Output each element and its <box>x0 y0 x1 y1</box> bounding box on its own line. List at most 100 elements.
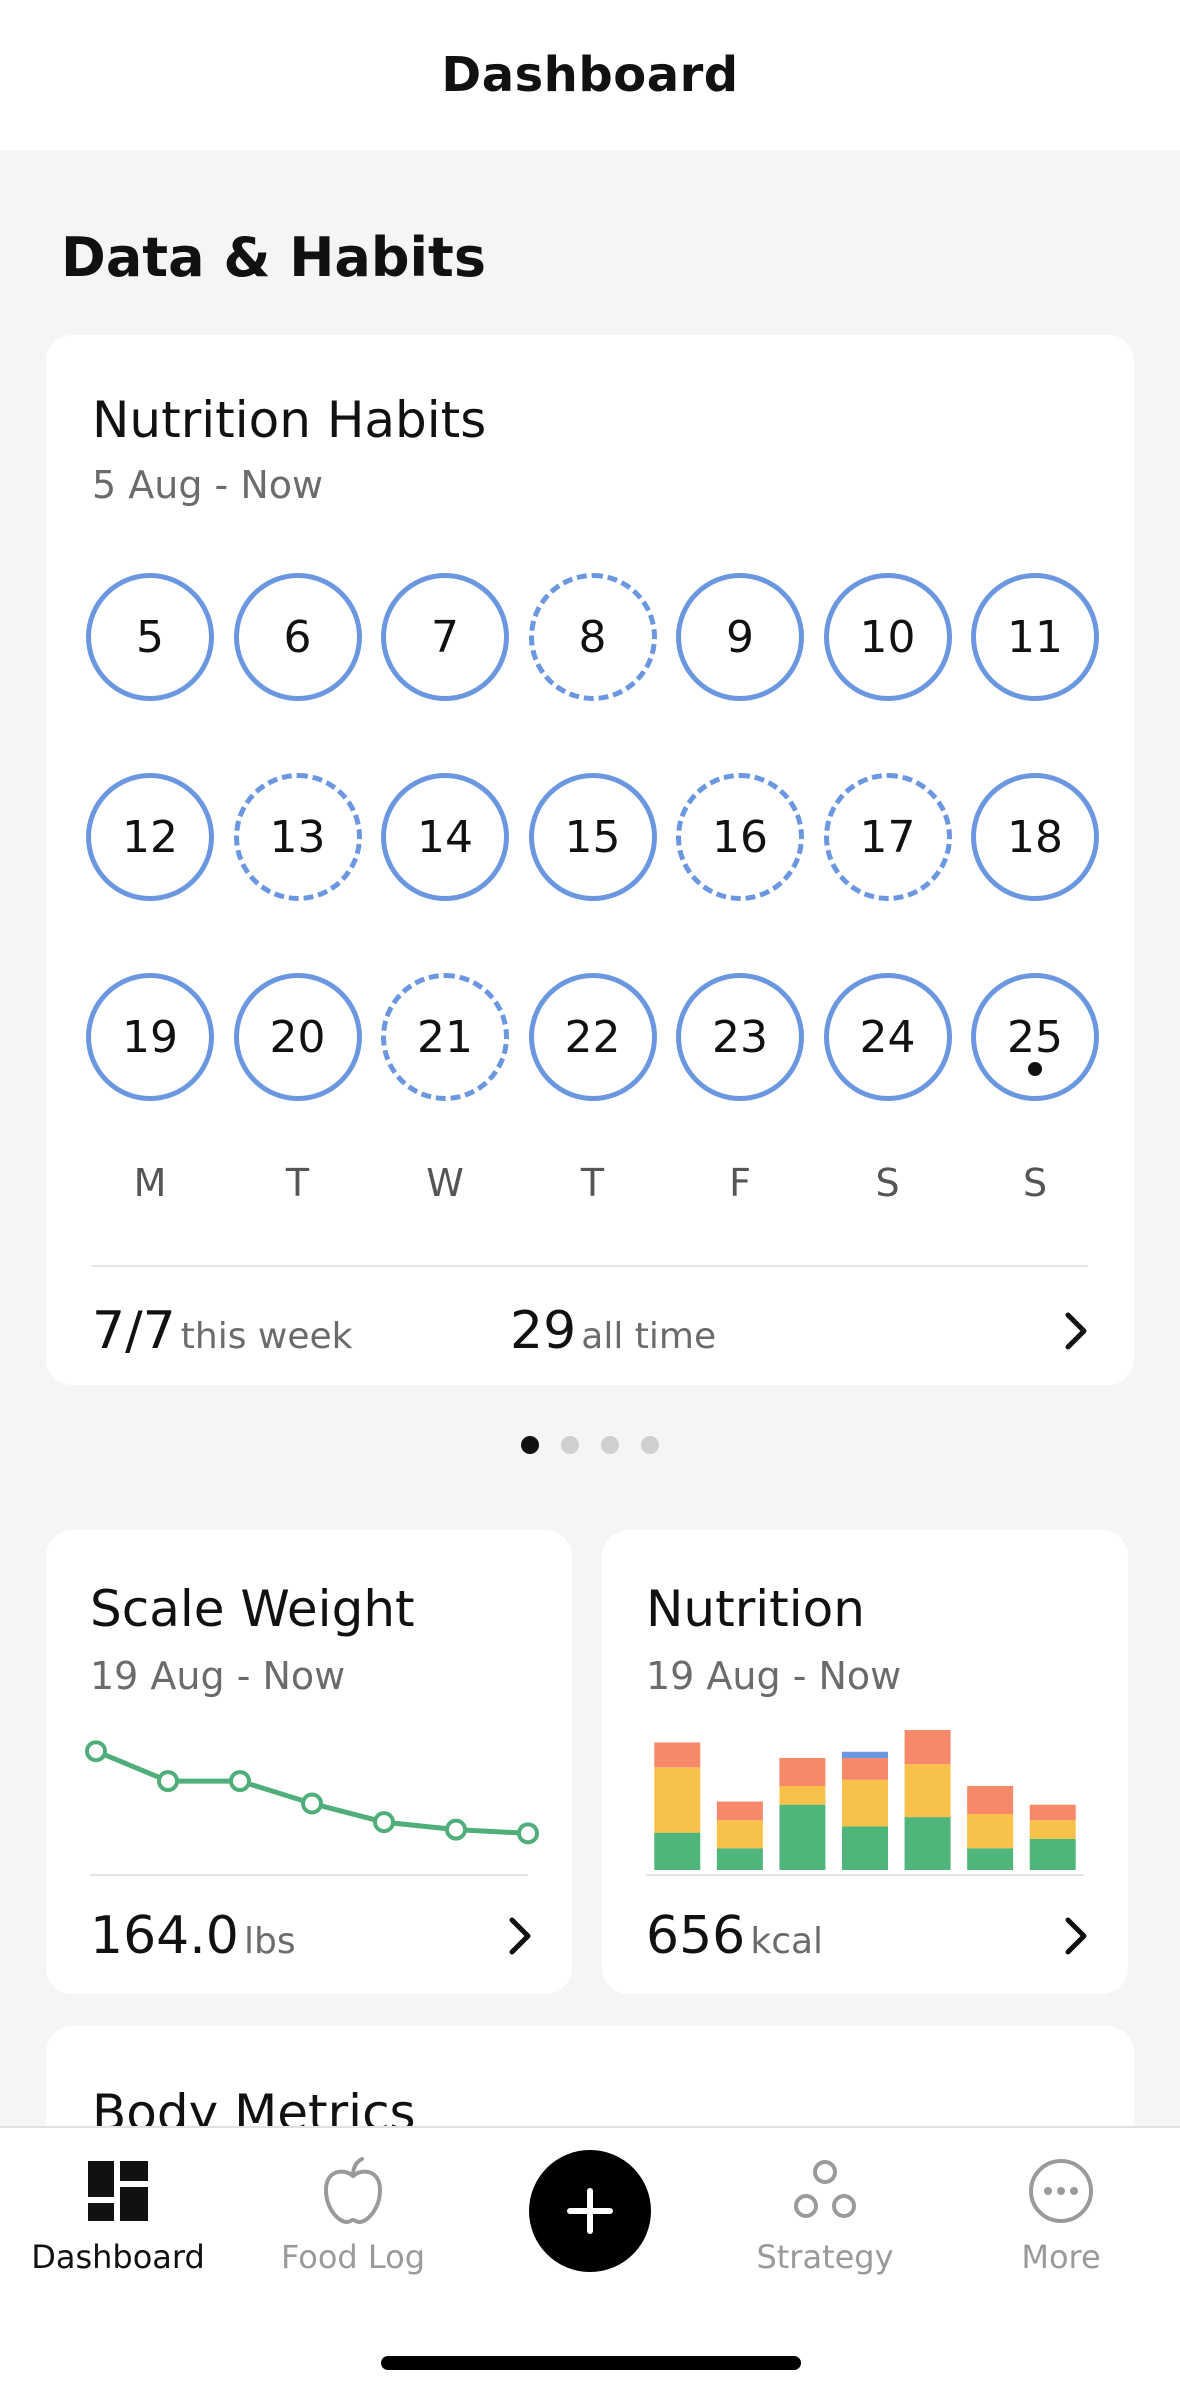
all-time-label: all time <box>581 1316 717 1357</box>
habit-day-number: 19 <box>122 1011 178 1063</box>
bar-segment-alcohol <box>842 1751 888 1758</box>
bar-segment-carbs <box>842 1779 888 1827</box>
card-pager[interactable] <box>0 1436 1180 1454</box>
habit-day[interactable]: 5 <box>86 573 214 701</box>
habit-day-number: 24 <box>859 1011 916 1063</box>
bar-segment-fat <box>654 1742 701 1768</box>
habit-day-number: 18 <box>1007 811 1063 863</box>
habit-day-number: 10 <box>859 611 916 663</box>
bar-segment-protein <box>842 1826 888 1870</box>
more-icon <box>1029 2159 1093 2223</box>
chevron-right-icon[interactable] <box>1056 1311 1096 1351</box>
habit-day[interactable]: 20 <box>233 973 362 1101</box>
habit-day[interactable]: 22 <box>528 973 657 1101</box>
habit-day[interactable]: 19 <box>86 973 214 1101</box>
habit-day[interactable]: 18 <box>971 773 1099 901</box>
plus-icon <box>567 2188 613 2234</box>
habits-subtitle: 5 Aug - Now <box>92 463 324 507</box>
home-indicator <box>381 2356 801 2370</box>
habit-day[interactable]: 17 <box>823 773 952 901</box>
habit-day[interactable]: 14 <box>381 773 509 901</box>
habit-day-number: 20 <box>269 1011 326 1063</box>
habit-day[interactable]: 13 <box>233 773 362 901</box>
dashboard-icon <box>88 2161 148 2221</box>
chevron-right-icon[interactable] <box>1056 1916 1096 1956</box>
bar-segment-carbs <box>1029 1820 1076 1839</box>
habit-day-number: 15 <box>564 811 621 863</box>
add-button[interactable] <box>529 2150 651 2272</box>
bar-segment-fat <box>1029 1804 1076 1821</box>
pager-dot[interactable] <box>641 1436 659 1454</box>
weekday-label: M <box>133 1161 167 1205</box>
habit-day-number: 25 <box>1007 1011 1063 1063</box>
habit-day[interactable]: 10 <box>823 573 952 701</box>
divider <box>92 1265 1088 1267</box>
habit-day-number: 11 <box>1007 611 1063 663</box>
bar-segment-protein <box>904 1817 951 1870</box>
nav-more[interactable]: More <box>951 2156 1171 2276</box>
divider <box>646 1874 1084 1876</box>
weight-point <box>157 1770 179 1793</box>
bar-segment-protein <box>967 1848 1014 1870</box>
habit-day[interactable]: 21 <box>381 973 509 1101</box>
apple-icon <box>324 2157 382 2224</box>
habit-day-number: 21 <box>417 1011 473 1063</box>
habit-day-number: 23 <box>712 1011 768 1063</box>
habit-day[interactable]: 12 <box>86 773 214 901</box>
nav-food-log[interactable]: Food Log <box>243 2156 463 2276</box>
bar-segment-carbs <box>904 1764 951 1818</box>
habit-day[interactable]: 6 <box>233 573 362 701</box>
habit-day-number: 7 <box>431 611 459 663</box>
page-title: Dashboard <box>441 47 739 103</box>
nav-label: More <box>1021 2238 1101 2276</box>
habit-day[interactable]: 24 <box>823 973 952 1101</box>
nutrition-subtitle: 19 Aug - Now <box>646 1654 902 1698</box>
habit-day-number: 16 <box>712 811 768 863</box>
weight-point <box>445 1818 467 1841</box>
habit-day[interactable]: 25 <box>971 973 1099 1101</box>
nav-label: Food Log <box>280 2238 426 2276</box>
habit-day-number: 6 <box>283 611 312 663</box>
weekday-label: T <box>580 1161 605 1205</box>
pager-dot[interactable] <box>521 1436 539 1454</box>
pager-dot[interactable] <box>601 1436 619 1454</box>
all-time-count: 29 <box>510 1301 577 1361</box>
weekday-label: F <box>729 1161 751 1205</box>
habit-day[interactable]: 8 <box>528 573 657 701</box>
nav-strategy[interactable]: Strategy <box>715 2156 935 2276</box>
habit-day[interactable]: 9 <box>676 573 804 701</box>
week-count: 7/7 <box>92 1301 176 1361</box>
nutrition-card[interactable]: Nutrition 19 Aug - Now 656 kcal <box>602 1530 1128 1994</box>
weekday-label: W <box>426 1161 464 1205</box>
habit-day[interactable]: 15 <box>528 773 657 901</box>
bar-segment-fat <box>779 1758 826 1786</box>
scale-weight-card[interactable]: Scale Weight 19 Aug - Now 164.0 lbs <box>46 1530 572 1994</box>
weight-value: 164.0 <box>90 1906 239 1966</box>
habits-title: Nutrition Habits <box>92 391 487 449</box>
habit-day-number: 5 <box>136 611 164 663</box>
chevron-right-icon[interactable] <box>500 1916 540 1956</box>
nutrition-habits-card[interactable]: Nutrition Habits 5 Aug - Now 5 6 7 8 9 10 11 12… <box>46 335 1134 1385</box>
calorie-value: 656 <box>646 1906 746 1966</box>
weight-subtitle: 19 Aug - Now <box>90 1654 346 1698</box>
habit-day-number: 8 <box>578 611 607 663</box>
nutrition-bar-chart <box>654 1730 1076 1870</box>
pager-dot[interactable] <box>561 1436 579 1454</box>
weight-point <box>301 1792 323 1815</box>
habit-day-number: 13 <box>269 811 326 863</box>
bar-segment-carbs <box>654 1767 701 1833</box>
habit-day[interactable]: 23 <box>676 973 804 1101</box>
habit-day-number: 17 <box>859 811 916 863</box>
nav-dashboard[interactable]: Dashboard <box>8 2156 228 2276</box>
bar-segment-protein <box>716 1848 763 1870</box>
weight-series-line <box>95 1748 529 1836</box>
week-stat: 7/7 this week <box>92 1301 353 1361</box>
habit-day[interactable]: 11 <box>971 573 1099 701</box>
weekday-label: T <box>285 1161 310 1205</box>
calorie-stat: 656 kcal <box>646 1906 823 1966</box>
habit-day[interactable]: 16 <box>676 773 804 901</box>
nav-label: Strategy <box>756 2238 894 2276</box>
habit-day[interactable]: 7 <box>381 573 509 701</box>
bar-segment-carbs <box>967 1814 1014 1849</box>
weight-point <box>517 1822 539 1845</box>
